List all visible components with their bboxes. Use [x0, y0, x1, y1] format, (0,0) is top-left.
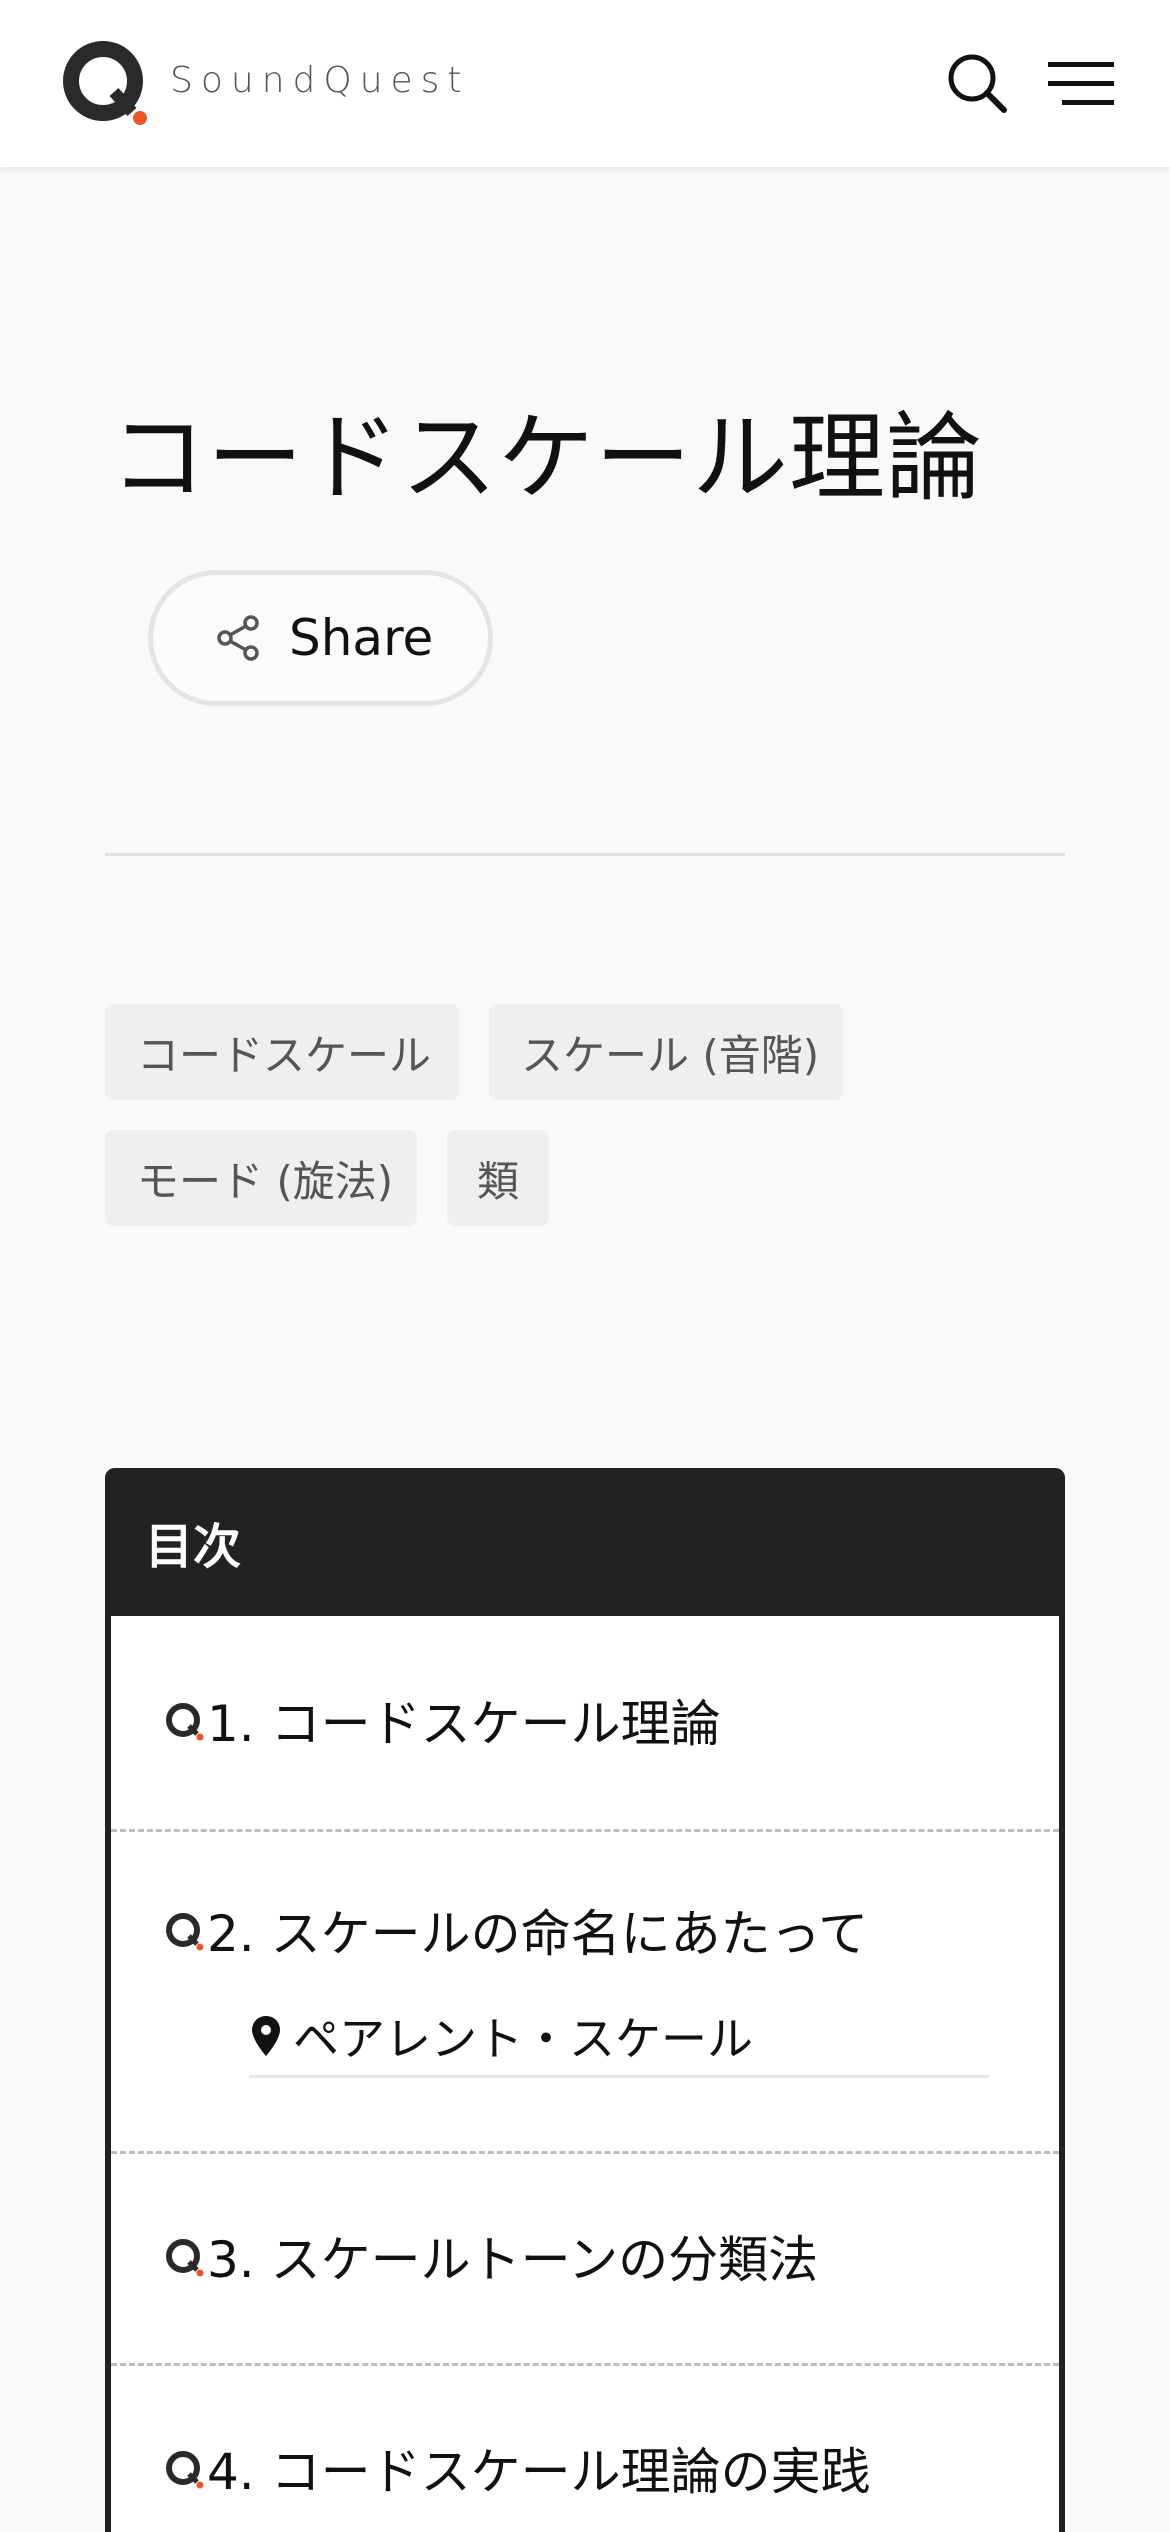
q-bullet-icon	[166, 2451, 204, 2489]
toc-item: 1. コードスケール理論	[111, 1616, 1059, 1832]
toc-sublink-parent-scale[interactable]: ペアレント・スケール	[249, 1996, 989, 2078]
toc-link-3[interactable]: 3. スケールトーンの分類法	[163, 2220, 818, 2292]
toc-link-4[interactable]: 4. コードスケール理論の実践	[163, 2432, 871, 2504]
section-divider	[105, 853, 1065, 856]
share-label: Share	[289, 609, 434, 667]
toc-heading: 目次	[105, 1468, 1065, 1616]
share-button[interactable]: Share	[148, 570, 493, 706]
brand-name[interactable]: SoundQuest	[170, 60, 470, 101]
table-of-contents: 目次 1. コードスケール理論 2. スケールの命名にあたって ペアレント・スケ…	[105, 1468, 1065, 2532]
q-bullet-icon	[166, 2239, 204, 2277]
page-title: コードスケール理論	[110, 402, 983, 514]
q-bullet-icon	[166, 1913, 204, 1951]
toc-label: 4. コードスケール理論の実践	[207, 2443, 871, 2501]
search-button[interactable]	[946, 52, 1010, 116]
site-header: SoundQuest	[0, 0, 1170, 167]
share-icon	[217, 615, 259, 661]
q-bullet-icon	[166, 1703, 204, 1741]
tag-mode[interactable]: モード (旋法)	[105, 1130, 417, 1226]
tag-scale[interactable]: スケール (音階)	[489, 1004, 843, 1100]
tag-category[interactable]: 類	[447, 1130, 549, 1226]
search-icon	[948, 54, 1007, 113]
toc-label: 2. スケールの命名にあたって	[207, 1905, 869, 1963]
toc-item: 4. コードスケール理論の実践	[111, 2366, 1059, 2532]
hamburger-menu-icon	[1048, 62, 1114, 105]
soundquest-logo-icon[interactable]	[62, 40, 148, 126]
toc-item: 3. スケールトーンの分類法	[111, 2154, 1059, 2366]
menu-button[interactable]	[1046, 58, 1116, 110]
tag-chord-scale[interactable]: コードスケール	[105, 1004, 459, 1100]
toc-sublabel: ペアレント・スケール	[293, 2011, 753, 2066]
toc-label: 1. コードスケール理論	[207, 1695, 721, 1753]
map-pin-icon	[252, 2015, 280, 2056]
toc-item: 2. スケールの命名にあたって ペアレント・スケール	[111, 1832, 1059, 2154]
toc-label: 3. スケールトーンの分類法	[207, 2231, 819, 2289]
toc-link-2[interactable]: 2. スケールの命名にあたって	[163, 1894, 868, 1966]
toc-link-1[interactable]: 1. コードスケール理論	[163, 1684, 721, 1756]
